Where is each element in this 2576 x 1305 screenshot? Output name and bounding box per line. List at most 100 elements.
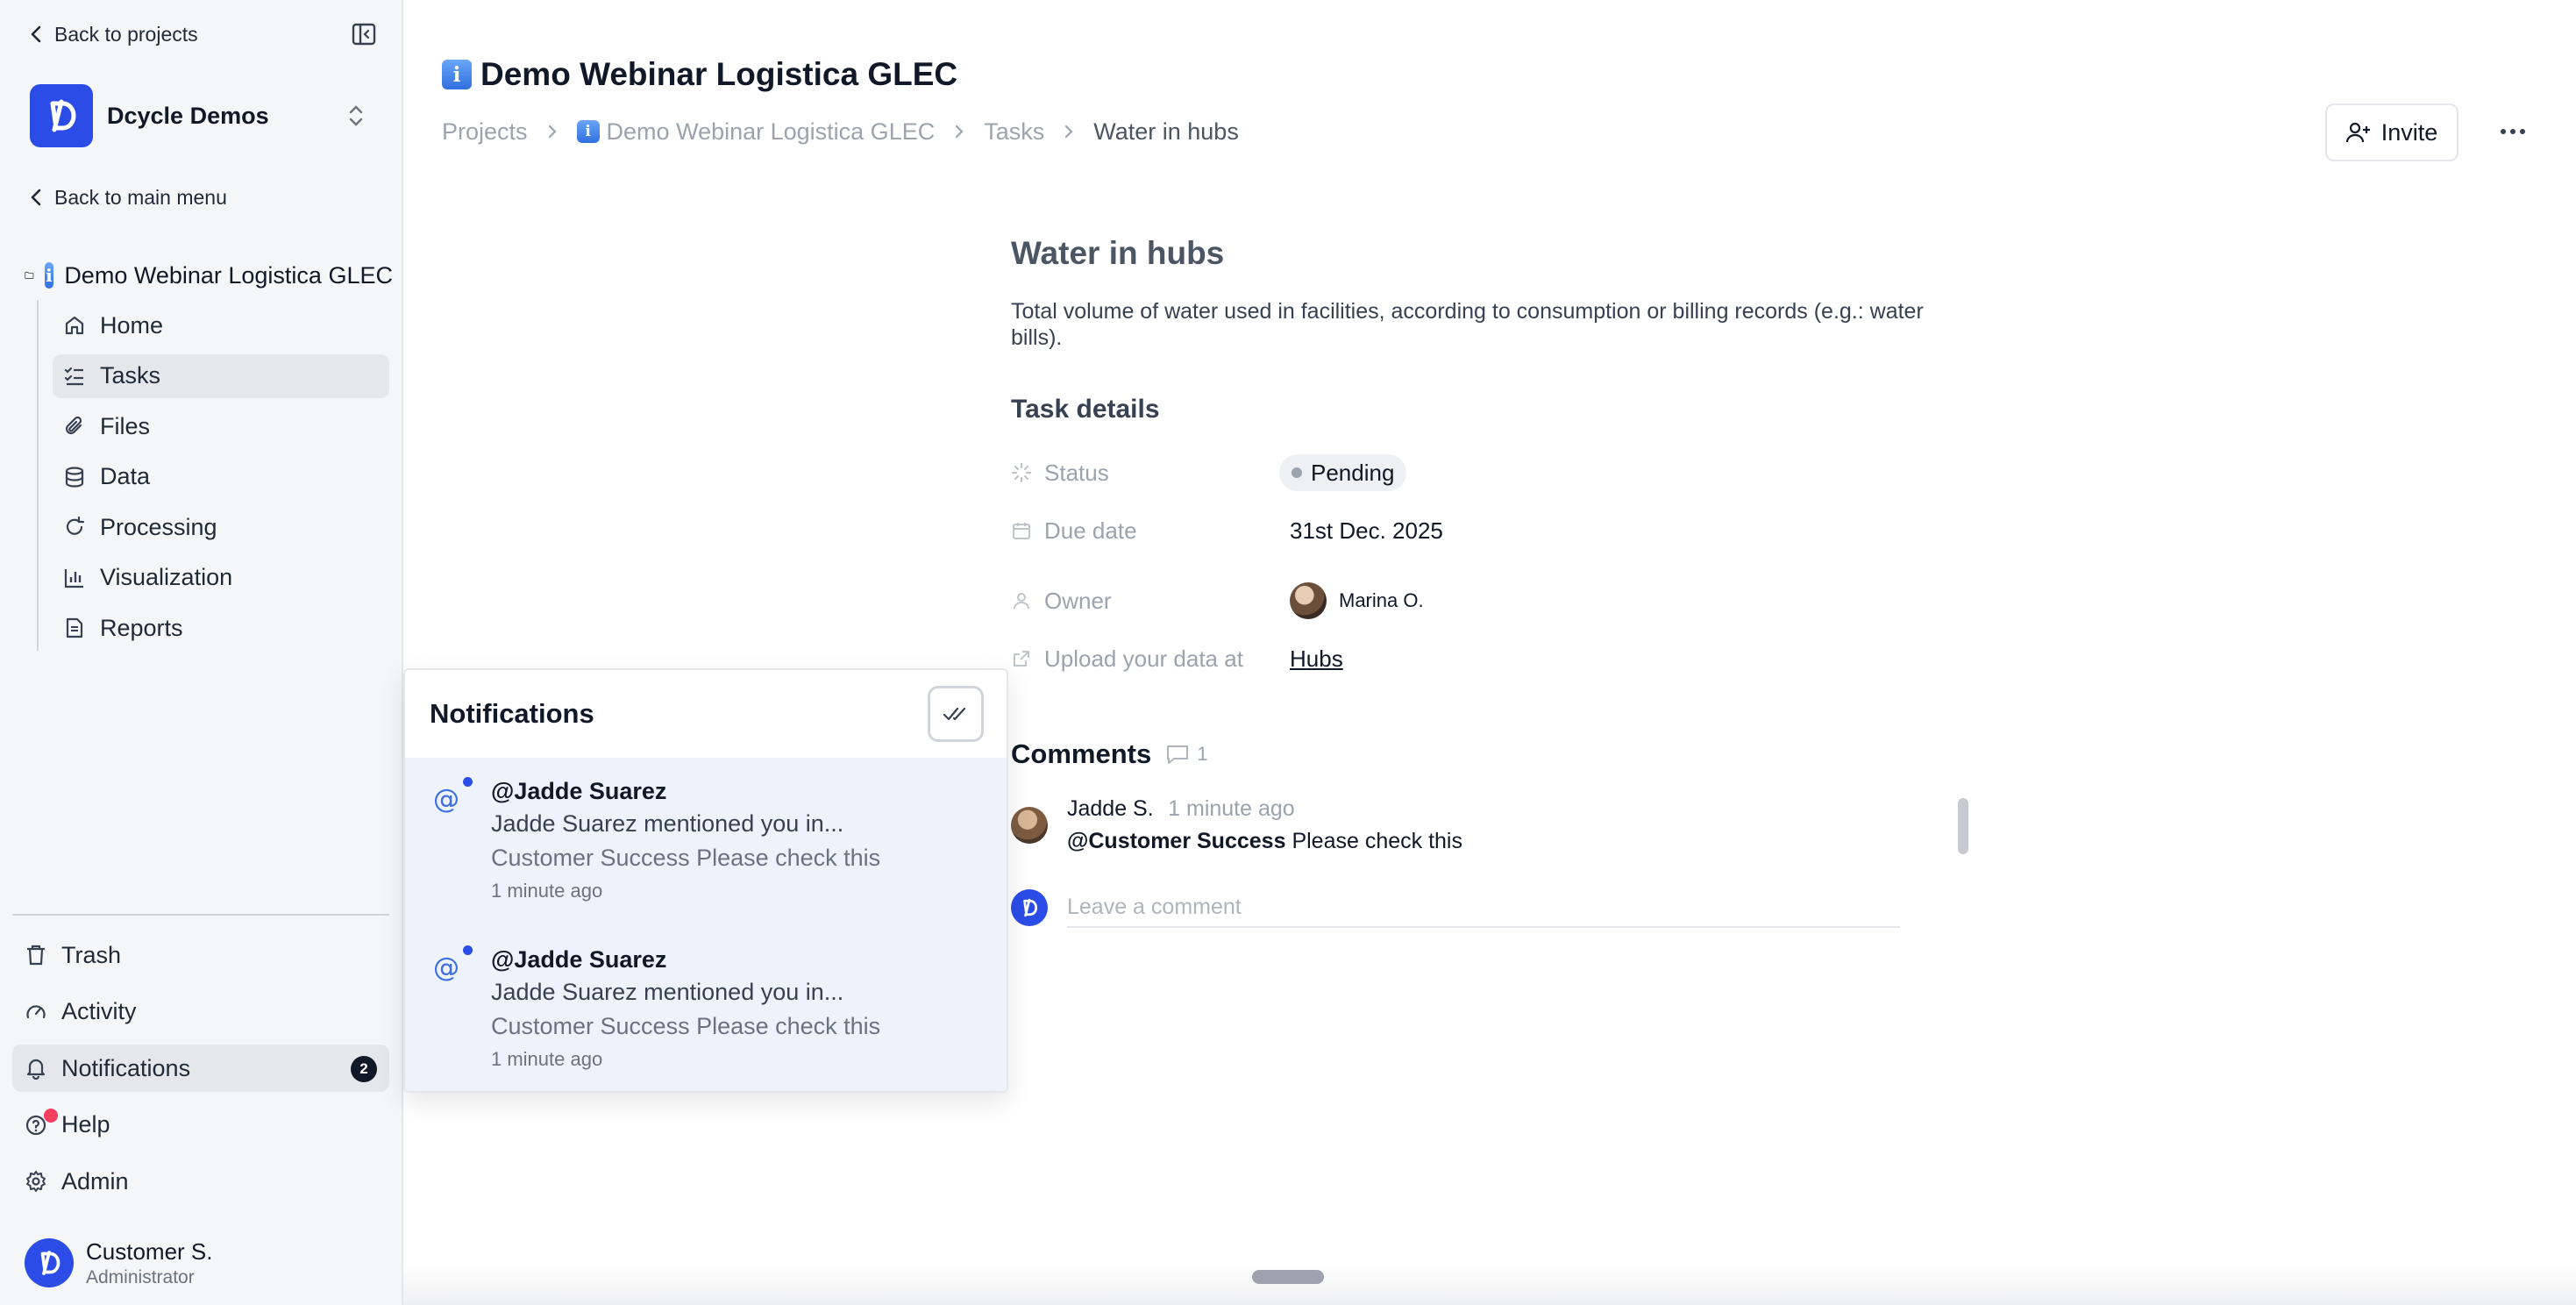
calendar-icon [1013,523,1030,539]
user-icon [1014,593,1029,610]
avatar [25,1238,74,1287]
avatar [1011,807,1048,844]
avatar [1290,582,1327,619]
sidebar-item-help[interactable]: Help [12,1102,389,1149]
breadcrumb-current: Water in hubs [1093,118,1239,145]
sidebar-item-notifications[interactable]: Notifications 2 [12,1045,389,1092]
notification-time: 1 minute ago [491,1048,603,1070]
notification-title: @Jadde Suarez [491,778,667,804]
tree-guide-line [37,300,39,651]
notification-item[interactable]: @ @Jadde Suarez Jadde Suarez mentioned y… [405,758,1007,926]
due-date-value[interactable]: 31st Dec. 2025 [1290,517,1443,545]
help-notification-dot [44,1108,58,1123]
document-icon [63,617,86,639]
comment-body: @Customer Success Please check this [1067,829,1462,854]
comment-text: Please check this [1292,829,1462,853]
sidebar-item-data[interactable]: Data [53,455,389,499]
collapse-sidebar-button[interactable] [351,21,377,47]
sidebar-item-activity[interactable]: Activity [12,988,389,1036]
notification-preview: Customer Success Please check this [491,845,881,871]
notifications-title: Notifications [430,698,594,729]
owner-name[interactable]: Marina O. [1339,589,1424,612]
add-user-icon [2345,122,2370,143]
sidebar-item-label: Reports [100,614,183,641]
info-emoji-icon: i [576,120,600,143]
sidebar-item-label: Notifications [61,1054,191,1081]
project-name: Demo Webinar Logistica GLEC [64,261,393,289]
comments-scrollbar[interactable] [1958,798,1968,854]
sidebar: Back to projects Dcycle Demos Back to ma… [0,0,403,1305]
comments-title: Comments [1011,738,1152,769]
comment-mention[interactable]: @Customer Success [1067,829,1285,853]
sidebar-item-reports[interactable]: Reports [53,606,389,650]
database-icon [63,466,86,488]
breadcrumb-project[interactable]: i Demo Webinar Logistica GLEC [576,118,935,146]
task-description: Total volume of water used in facilities… [1011,299,1924,350]
status-label: Status [1044,459,1109,486]
notification-subtitle: Jadde Suarez mentioned you in... [491,979,844,1005]
back-to-main-menu-label: Back to main menu [54,185,227,209]
comment-item: Jadde S. 1 minute ago @Customer Success … [1011,796,1462,854]
back-to-main-menu-link[interactable]: Back to main menu [30,182,227,212]
sidebar-item-label: Help [61,1111,110,1137]
notification-title: @Jadde Suarez [491,946,667,973]
sidebar-item-home[interactable]: Home [53,303,389,347]
sidebar-item-processing[interactable]: Processing [53,505,389,549]
page-title-text: Demo Webinar Logistica GLEC [480,56,958,92]
sidebar-item-trash[interactable]: Trash [12,931,389,979]
sidebar-item-label: Admin [61,1167,129,1194]
sidebar-item-files[interactable]: Files [53,404,389,448]
invite-label: Invite [2380,118,2438,146]
sidebar-item-visualization[interactable]: Visualization [53,556,389,600]
home-indicator [1252,1270,1324,1284]
comments-count: 1 [1165,743,1207,766]
bell-icon [25,1057,47,1080]
back-to-projects-label: Back to projects [54,22,198,46]
more-options-button[interactable] [2494,114,2532,149]
task-details-title: Task details [1011,395,1160,424]
loader-icon [1011,462,1032,483]
status-value: Pending [1311,459,1395,486]
external-link-icon [1014,651,1029,667]
sidebar-item-label: Processing [100,513,217,540]
org-switcher[interactable]: Dcycle Demos [30,84,379,147]
project-tree-item[interactable]: i Demo Webinar Logistica GLEC [25,258,393,293]
due-date-row: Due date 31st Dec. 2025 [1011,511,1888,550]
hubs-link[interactable]: Hubs [1290,645,1343,673]
sidebar-item-tasks[interactable]: Tasks [53,353,389,398]
mention-icon: @ [433,952,459,983]
info-emoji-icon: i [44,262,54,289]
mark-all-read-button[interactable] [928,686,984,742]
folder-icon [25,272,34,279]
breadcrumb: Projects i Demo Webinar Logistica GLEC Ta… [442,116,1239,147]
chevron-right-icon [548,125,557,139]
breadcrumb-projects[interactable]: Projects [442,118,528,146]
sidebar-item-label: Data [100,463,151,489]
notifications-header: Notifications [405,670,1007,758]
avatar [1011,889,1048,926]
sidebar-item-admin[interactable]: Admin [12,1158,389,1205]
page-title: i Demo Webinar Logistica GLEC [442,56,957,93]
gear-icon [25,1170,47,1193]
dcycle-logo [30,84,93,147]
tasks-icon [63,365,86,388]
notification-item[interactable]: @ @Jadde Suarez Jadde Suarez mentioned y… [405,926,1007,1091]
invite-button[interactable]: Invite [2325,103,2459,161]
comment-icon [1167,745,1189,764]
back-to-projects-link[interactable]: Back to projects [30,19,198,49]
sidebar-item-label: Visualization [100,564,233,590]
chevron-left-icon [31,189,41,206]
refresh-icon [63,516,86,538]
org-name: Dcycle Demos [107,102,269,129]
sidebar-item-label: Tasks [100,362,161,389]
user-name: Customer S. [86,1237,213,1265]
bar-chart-icon [63,567,86,589]
owner-row: Owner Marina O. [1011,581,1888,620]
owner-label: Owner [1044,587,1112,614]
upload-row: Upload your data at Hubs [1011,639,1888,678]
breadcrumb-tasks[interactable]: Tasks [984,118,1044,146]
mention-icon: @ [433,784,459,815]
user-menu[interactable]: Customer S. Administrator [25,1237,213,1289]
status-badge[interactable]: Pending [1279,454,1407,491]
comment-input[interactable] [1067,888,1900,928]
